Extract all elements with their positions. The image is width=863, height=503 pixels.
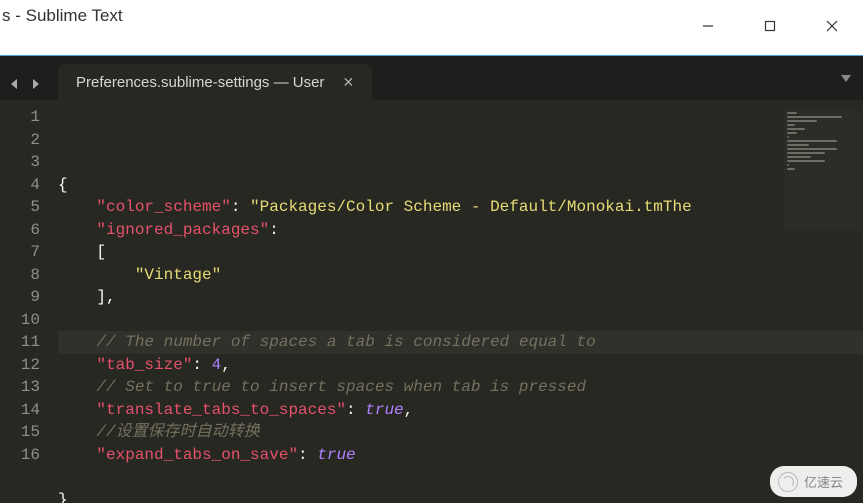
- code-line: "translate_tabs_to_spaces": true,: [58, 399, 863, 422]
- tab-close-icon[interactable]: ✕: [342, 75, 354, 89]
- code-line: [: [58, 241, 863, 264]
- maximize-button[interactable]: [739, 6, 801, 46]
- line-number: 8: [0, 264, 40, 287]
- line-number: 15: [0, 421, 40, 444]
- minimize-button[interactable]: [677, 6, 739, 46]
- code-line: "color_scheme": "Packages/Color Scheme -…: [58, 196, 863, 219]
- tab-preferences[interactable]: Preferences.sublime-settings — User ✕: [58, 64, 372, 100]
- code-line: [58, 309, 863, 332]
- line-number: 5: [0, 196, 40, 219]
- editor-container: Preferences.sublime-settings — User ✕ 12…: [0, 56, 863, 503]
- code-line: {: [58, 174, 863, 197]
- code-line: "tab_size": 4,: [58, 354, 863, 377]
- line-number: 14: [0, 399, 40, 422]
- line-number: 7: [0, 241, 40, 264]
- code-line: // The number of spaces a tab is conside…: [58, 331, 863, 354]
- tab-bar: Preferences.sublime-settings — User ✕: [0, 56, 863, 100]
- line-number: 13: [0, 376, 40, 399]
- line-gutter: 12345678910111213141516: [0, 106, 58, 503]
- line-number: 10: [0, 309, 40, 332]
- line-number: 9: [0, 286, 40, 309]
- tab-label: Preferences.sublime-settings — User: [76, 74, 324, 91]
- tab-overflow-button[interactable]: [839, 71, 853, 90]
- nav-back-button[interactable]: [6, 76, 24, 92]
- code-area[interactable]: { "color_scheme": "Packages/Color Scheme…: [58, 106, 863, 503]
- code-line: }: [58, 489, 863, 503]
- line-number: 12: [0, 354, 40, 377]
- close-button[interactable]: [801, 6, 863, 46]
- line-number: 16: [0, 444, 40, 467]
- code-line: [58, 466, 863, 489]
- editor-body[interactable]: 12345678910111213141516 { "color_scheme"…: [0, 100, 863, 503]
- code-line: "Vintage": [58, 264, 863, 287]
- line-number: 2: [0, 129, 40, 152]
- nav-arrows: [6, 76, 44, 92]
- window-title: s - Sublime Text: [0, 6, 123, 26]
- window-controls: [677, 6, 863, 46]
- line-number: 4: [0, 174, 40, 197]
- line-number: 6: [0, 219, 40, 242]
- code-line: "ignored_packages":: [58, 219, 863, 242]
- nav-forward-button[interactable]: [26, 76, 44, 92]
- code-line: "expand_tabs_on_save": true: [58, 444, 863, 467]
- line-number: 1: [0, 106, 40, 129]
- code-line: //设置保存时自动转换: [58, 421, 863, 444]
- code-content: { "color_scheme": "Packages/Color Scheme…: [58, 174, 863, 503]
- code-line: // Set to true to insert spaces when tab…: [58, 376, 863, 399]
- window-titlebar: s - Sublime Text: [0, 0, 863, 56]
- code-line: ],: [58, 286, 863, 309]
- line-number: 3: [0, 151, 40, 174]
- line-number: 11: [0, 331, 40, 354]
